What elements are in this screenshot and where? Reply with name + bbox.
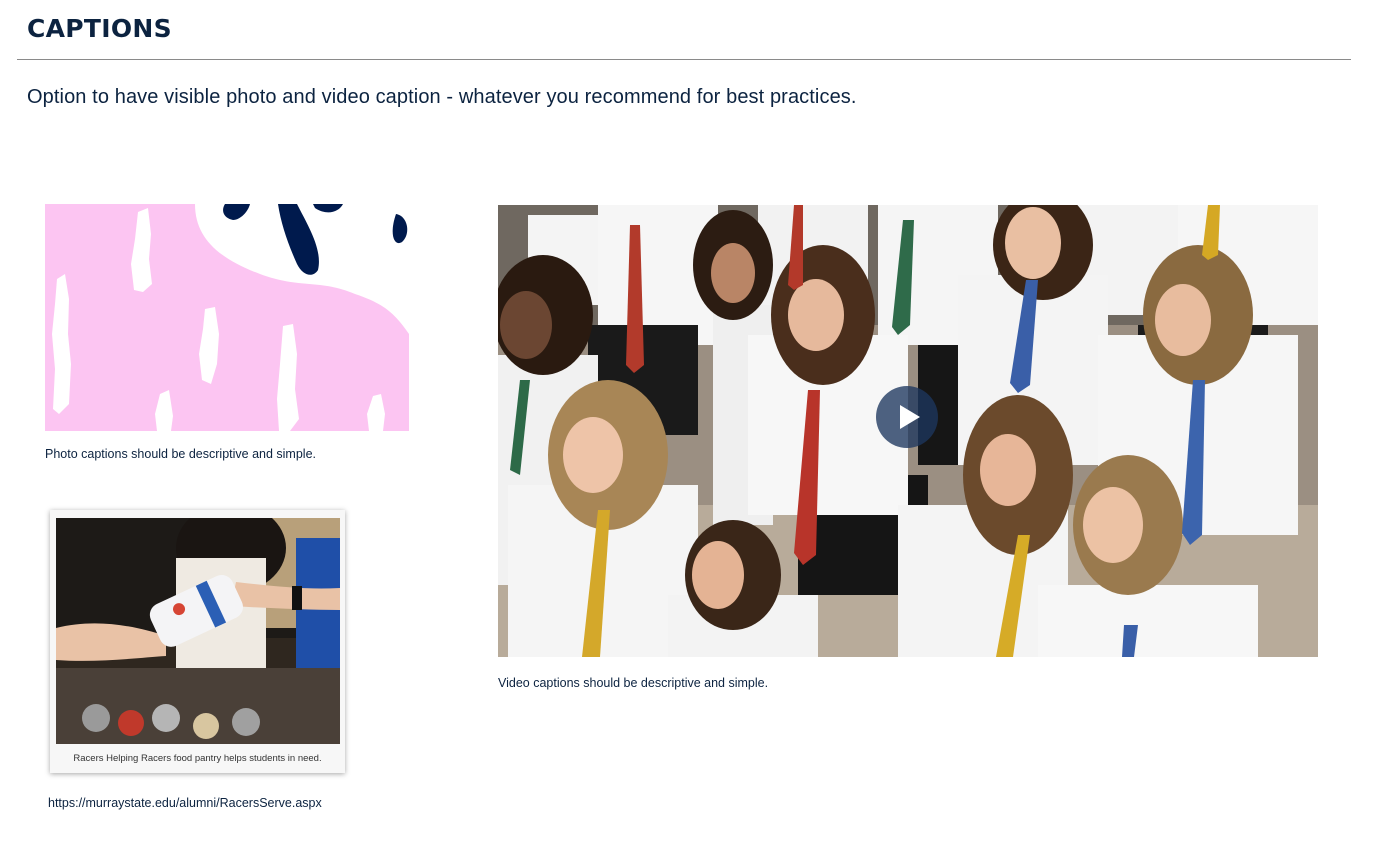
video-caption: Video captions should be descriptive and…	[498, 676, 769, 690]
source-link[interactable]: https://murraystate.edu/alumni/RacersSer…	[48, 796, 322, 810]
polaroid-caption: Racers Helping Racers food pantry helps …	[73, 753, 322, 764]
video-play-button[interactable]	[876, 386, 938, 448]
photo-caption: Photo captions should be descriptive and…	[45, 447, 316, 461]
section-title: CAPTIONS	[27, 14, 172, 43]
polaroid-card: Racers Helping Racers food pantry helps …	[50, 510, 345, 773]
play-icon	[899, 405, 920, 429]
food-pantry-photo	[56, 518, 340, 744]
divider	[17, 59, 1351, 60]
section-intro: Option to have visible photo and video c…	[27, 86, 857, 108]
photo-example-image	[45, 204, 409, 431]
